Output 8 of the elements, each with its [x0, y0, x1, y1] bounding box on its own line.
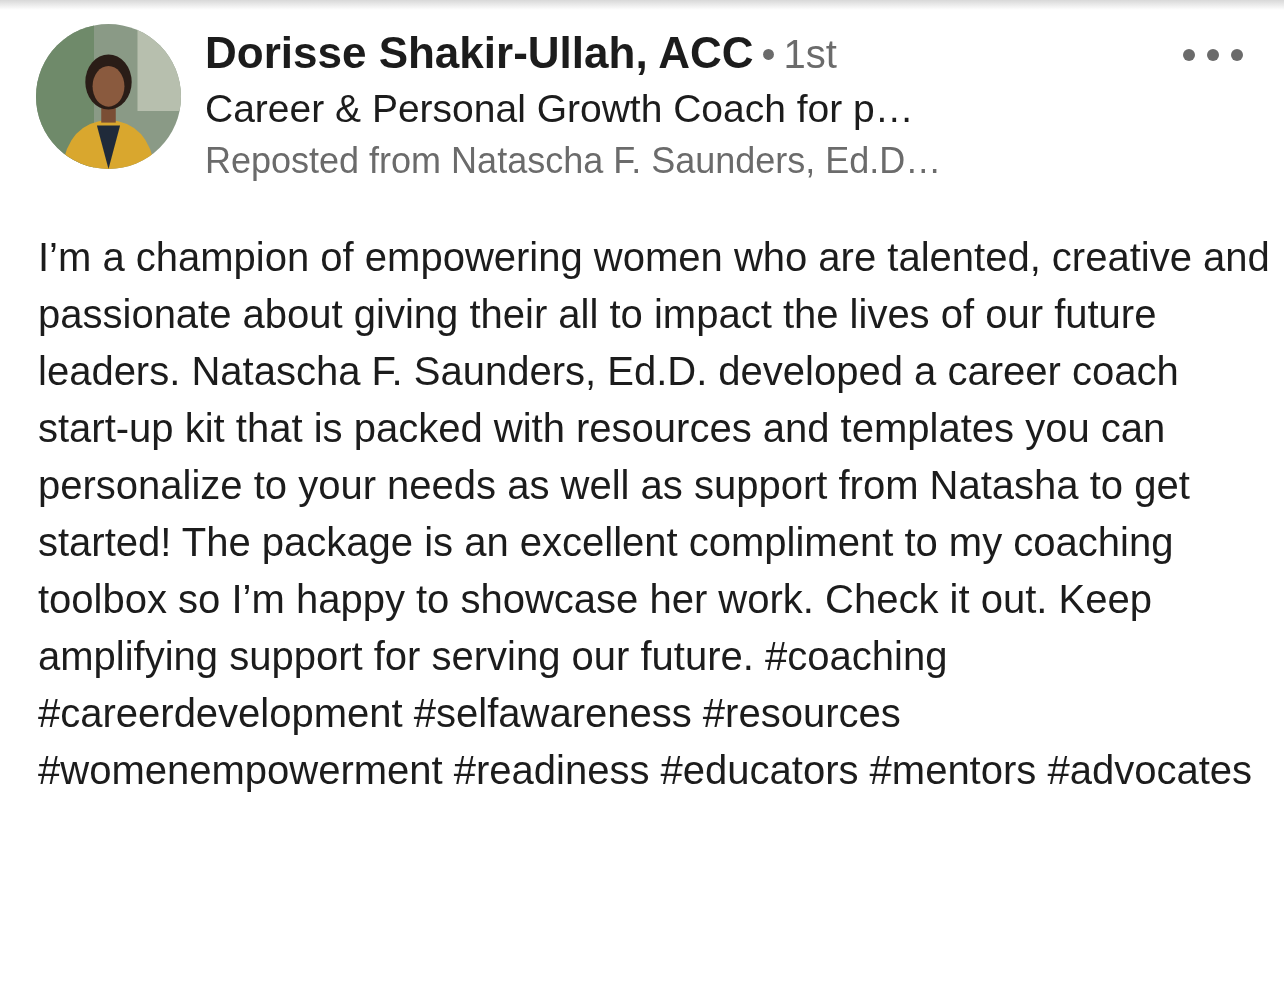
more-icon: [1182, 48, 1244, 62]
separator: •: [761, 31, 776, 78]
author-headline: Career & Personal Growth Coach for p…: [205, 86, 915, 132]
connection-degree: 1st: [783, 31, 837, 78]
post-text: I’m a champion of empowering women who are talented, creative and passionate about giving their all to impact the lives of our future leaders. Natascha F. Saunders, Ed.D. developed a career coach start-up kit that is packed with resources and templates you can personalize to your needs as well as support from Natasha to get started! The package is an excellent compliment to my coaching toolbox so I’m happy to showcase her work. Check it out. Keep amplifying support for serving our future. #coaching #careerdevelopment #selfawareness #resources #womenempowerment #readiness #educators #mentors #advocates: [37, 233, 1271, 794]
repost-note: Reposted from Natascha F. Saunders, Ed.D…: [205, 138, 943, 183]
more-options-button[interactable]: [1182, 48, 1244, 62]
author-name[interactable]: Dorisse Shakir-Ullah, ACC: [205, 28, 754, 79]
